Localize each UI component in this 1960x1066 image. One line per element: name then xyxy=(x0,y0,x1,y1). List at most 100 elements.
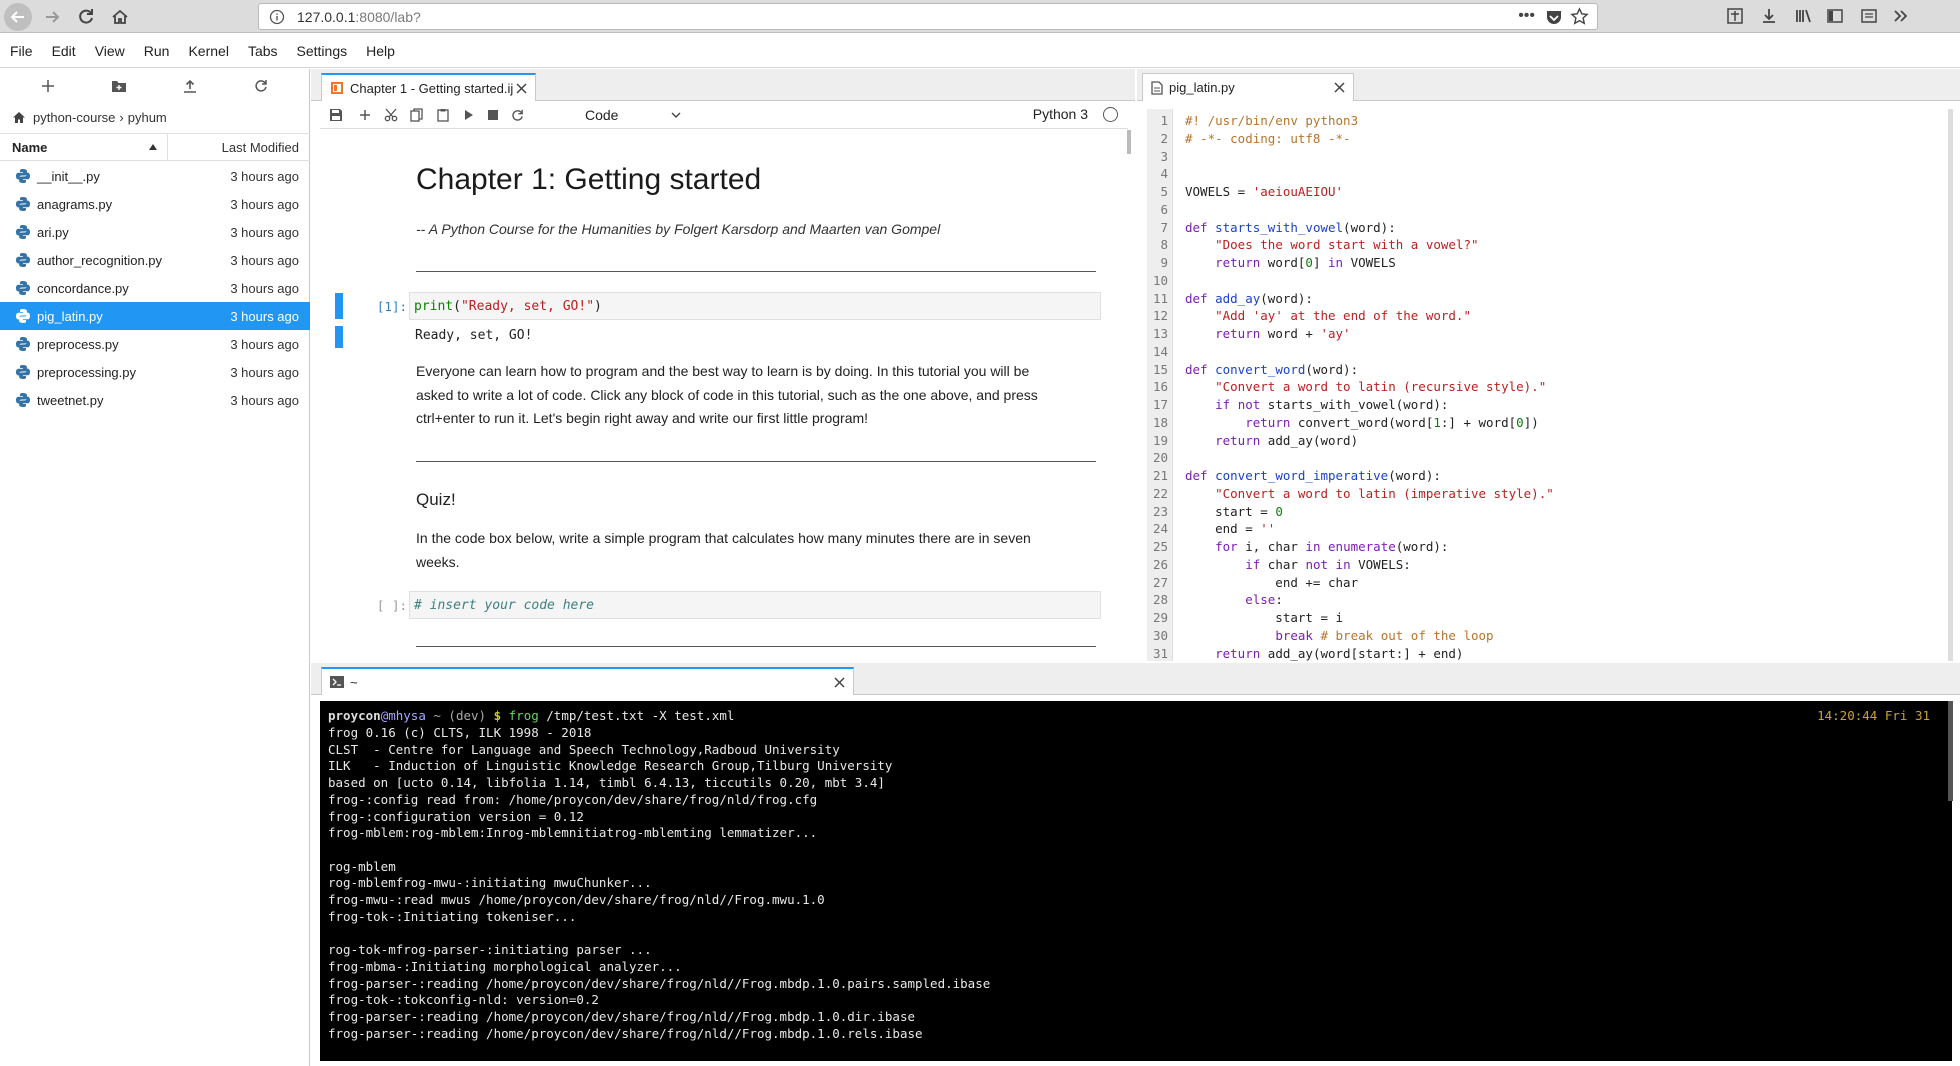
terminal-prompt-line: proycon@mhysa ~ (dev) $ frog /tmp/test.t… xyxy=(328,708,734,723)
copy-button[interactable] xyxy=(408,106,426,124)
file-row[interactable]: tweetnet.py 3 hours ago xyxy=(0,386,310,414)
reload-button[interactable] xyxy=(72,3,100,31)
line-number: 13 xyxy=(1152,326,1168,341)
terminal-line: ILK - Induction of Linguistic Knowledge … xyxy=(328,758,893,774)
paragraph-line: ctrl+enter to run it. Let's begin right … xyxy=(416,410,869,426)
breadcrumb-pyhum[interactable]: pyhum xyxy=(128,110,167,125)
restart-kernel-button[interactable] xyxy=(508,106,526,124)
code-line: if char not in VOWELS: xyxy=(1245,556,1411,572)
line-number: 12 xyxy=(1152,308,1168,324)
menu-help[interactable]: Help xyxy=(366,43,395,59)
code-line: def add_ay(word): xyxy=(1185,290,1313,306)
terminal-line: frog 0.16 (c) CLTS, ILK 1998 - 2018 xyxy=(328,725,592,740)
bookmark-star-icon[interactable] xyxy=(1570,7,1589,26)
prompt-host: @mhysa xyxy=(380,708,426,723)
file-name: preprocess.py xyxy=(37,336,119,352)
download-icon[interactable] xyxy=(1758,5,1780,27)
output-collapser[interactable] xyxy=(335,326,343,348)
refresh-button[interactable] xyxy=(250,75,272,97)
file-row[interactable]: preprocess.py 3 hours ago xyxy=(0,330,310,358)
home-button[interactable] xyxy=(106,3,134,31)
code-line: "Add 'ay' at the end of the word." xyxy=(1215,308,1471,324)
run-button[interactable] xyxy=(460,106,478,124)
file-row[interactable]: preprocessing.py 3 hours ago xyxy=(0,358,310,386)
cut-button[interactable] xyxy=(382,106,400,124)
file-row[interactable]: concordance.py 3 hours ago xyxy=(0,274,310,302)
menu-run[interactable]: Run xyxy=(144,43,170,59)
cell-type-select[interactable]: Code xyxy=(585,104,681,126)
close-icon[interactable] xyxy=(832,675,846,689)
interrupt-button[interactable] xyxy=(484,106,502,124)
reader-icon[interactable] xyxy=(1858,5,1880,27)
sidebar-icon[interactable] xyxy=(1824,5,1846,27)
tab-terminal[interactable]: ~ xyxy=(321,667,854,695)
code-paren: ( xyxy=(453,298,461,314)
code-editor[interactable]: 1 2 3 4 5 6 7 8 9 10 11 12 13 14 15 16 17 18 19 20 21 22 23 24 2… xyxy=(1147,109,1948,661)
new-launcher-button[interactable] xyxy=(37,75,59,97)
forward-button[interactable] xyxy=(38,3,66,31)
file-row[interactable]: ari.py 3 hours ago xyxy=(0,218,310,246)
breadcrumb-python-course[interactable]: python-course xyxy=(33,110,115,125)
menu-settings[interactable]: Settings xyxy=(297,43,348,59)
code-line: return word[0] in VOWELS xyxy=(1215,255,1396,270)
code-line: # -*- coding: utf8 -*- xyxy=(1185,130,1351,146)
kernel-name[interactable]: Python 3 xyxy=(1033,106,1088,122)
overflow-chevrons-icon[interactable] xyxy=(1890,5,1912,27)
back-button[interactable] xyxy=(4,3,32,31)
terminal[interactable]: proycon@mhysa ~ (dev) $ frog /tmp/test.t… xyxy=(320,701,1952,1061)
notebook-content[interactable]: Chapter 1: Getting started -- A Python C… xyxy=(320,130,1128,660)
code-cell-input[interactable]: # insert your code here xyxy=(409,591,1101,619)
terminal-scrollbar[interactable] xyxy=(1948,701,1953,801)
copy-icon xyxy=(410,108,423,122)
code-cell-input[interactable]: print("Ready, set, GO!") xyxy=(409,292,1101,320)
save-icon xyxy=(330,109,342,121)
menu-edit[interactable]: Edit xyxy=(52,43,76,59)
url-text: 127.0.0.1:8080/lab? xyxy=(297,9,421,25)
menu-kernel[interactable]: Kernel xyxy=(188,43,228,59)
file-row[interactable]: __init__.py 3 hours ago xyxy=(0,162,310,190)
new-folder-button[interactable] xyxy=(108,75,130,97)
upload-button[interactable] xyxy=(179,75,201,97)
url-bar[interactable]: 127.0.0.1:8080/lab? ••• xyxy=(258,3,1598,30)
line-number: 25 xyxy=(1152,539,1168,554)
terminal-line: based on [ucto 0.14, libfolia 1.14, timb… xyxy=(328,775,885,791)
file-row[interactable]: anagrams.py 3 hours ago xyxy=(0,190,310,218)
close-icon[interactable] xyxy=(1332,80,1346,94)
tab-editor-label: pig_latin.py xyxy=(1169,80,1235,95)
translate-icon[interactable] xyxy=(1724,5,1746,27)
notebook-icon xyxy=(331,82,343,94)
tab-notebook[interactable]: Chapter 1 - Getting started.ij xyxy=(321,73,536,101)
save-button[interactable] xyxy=(327,106,345,124)
menu-view[interactable]: View xyxy=(95,43,125,59)
tab-terminal-label: ~ xyxy=(350,674,358,690)
file-name: author_recognition.py xyxy=(37,252,163,268)
notebook-scrollbar[interactable] xyxy=(1127,130,1131,154)
column-name-header[interactable]: Name xyxy=(0,134,168,160)
line-number: 29 xyxy=(1152,610,1168,625)
terminal-clock: 14:20:44 Fri 31 xyxy=(1817,708,1930,723)
python-file-icon xyxy=(15,224,31,240)
terminal-line: rog-tok-mfrog-parser-:initiating parser … xyxy=(328,942,652,958)
file-row-selected[interactable]: pig_latin.py 3 hours ago xyxy=(0,302,310,330)
terminal-line: frog-:configuration version = 0.12 xyxy=(328,808,584,824)
paste-button[interactable] xyxy=(434,106,452,124)
column-modified-header[interactable]: Last Modified xyxy=(168,140,310,155)
line-number: 20 xyxy=(1152,450,1168,466)
tab-editor[interactable]: pig_latin.py xyxy=(1142,73,1354,101)
more-icon[interactable]: ••• xyxy=(1518,7,1535,25)
pocket-icon[interactable] xyxy=(1545,8,1563,26)
library-icon[interactable] xyxy=(1792,5,1814,27)
editor-scrollbar[interactable] xyxy=(1948,109,1953,661)
close-icon[interactable] xyxy=(514,81,528,95)
terminal-tab-bar: ~ xyxy=(311,663,1960,695)
line-number: 15 xyxy=(1152,361,1168,377)
menu-tabs[interactable]: Tabs xyxy=(248,43,278,59)
kernel-status-icon xyxy=(1103,107,1118,122)
cell-collapser[interactable] xyxy=(335,293,343,319)
file-modified: 3 hours ago xyxy=(230,280,299,296)
file-row[interactable]: author_recognition.py 3 hours ago xyxy=(0,246,310,274)
menu-file[interactable]: File xyxy=(10,43,33,59)
insert-cell-button[interactable] xyxy=(356,106,374,124)
new-folder-icon xyxy=(112,81,126,92)
home-folder-icon[interactable] xyxy=(12,111,26,124)
